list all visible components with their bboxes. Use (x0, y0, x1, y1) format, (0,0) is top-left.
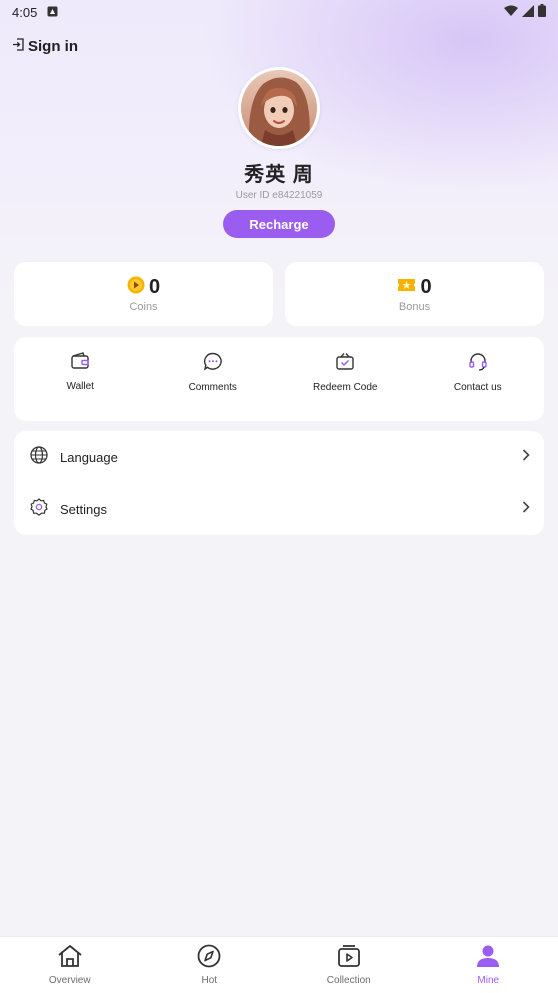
avatar[interactable] (238, 67, 320, 149)
wallet-label: Wallet (67, 381, 94, 392)
wallet-icon (70, 352, 90, 375)
contact-us-button[interactable]: Contact us (412, 337, 545, 421)
tab-mine-label: Mine (477, 975, 499, 986)
signal-icon (522, 5, 534, 20)
user-id: User ID e84221059 (0, 190, 558, 201)
tab-overview-label: Overview (49, 975, 91, 986)
wallet-button[interactable]: Wallet (14, 337, 147, 421)
gear-icon (30, 498, 48, 521)
coins-value: 0 (149, 276, 160, 299)
tab-hot-label: Hot (201, 975, 217, 986)
bottom-tab-bar: Overview Hot Collection Mine (0, 936, 558, 993)
settings-menu-card: Language Settings (14, 431, 544, 535)
avatar-image (241, 70, 317, 146)
globe-icon (30, 446, 48, 469)
redeem-icon (335, 352, 355, 376)
bonus-label: Bonus (399, 301, 430, 313)
tab-mine[interactable]: Mine (419, 937, 558, 993)
sign-in-label: Sign in (28, 38, 78, 55)
sign-in-button[interactable]: Sign in (12, 38, 78, 55)
recharge-button[interactable]: Recharge (223, 210, 335, 238)
user-icon (475, 944, 501, 973)
headset-icon (468, 352, 488, 376)
tab-overview[interactable]: Overview (0, 937, 140, 993)
chevron-right-icon (522, 448, 530, 466)
contact-us-label: Contact us (454, 382, 502, 393)
header-background (0, 0, 558, 300)
tab-hot[interactable]: Hot (140, 937, 280, 993)
menu-item-settings-label: Settings (60, 502, 522, 517)
wifi-icon (504, 5, 518, 20)
coin-icon (127, 276, 145, 299)
compass-icon (196, 944, 222, 973)
coins-label: Coins (129, 301, 157, 313)
comments-button[interactable]: Comments (147, 337, 280, 421)
chevron-right-icon (522, 500, 530, 518)
tab-collection-label: Collection (327, 975, 371, 986)
ticket-icon (397, 277, 416, 298)
home-icon (57, 944, 83, 973)
menu-item-language-label: Language (60, 450, 522, 465)
redeem-code-button[interactable]: Redeem Code (279, 337, 412, 421)
play-box-icon (336, 944, 362, 973)
menu-item-language[interactable]: Language (14, 431, 544, 483)
sign-in-icon (12, 38, 24, 55)
comments-label: Comments (189, 382, 237, 393)
tab-collection[interactable]: Collection (279, 937, 419, 993)
status-time: 4:05 (12, 5, 37, 20)
status-bar: 4:05 (0, 0, 558, 24)
comment-icon (203, 352, 223, 376)
menu-item-settings[interactable]: Settings (14, 483, 544, 535)
quick-actions-card: Wallet Comments Redeem Code Contact us (14, 337, 544, 421)
redeem-code-label: Redeem Code (313, 382, 377, 393)
user-name: 秀英 周 (0, 158, 558, 187)
coins-card[interactable]: 0 Coins (14, 262, 273, 326)
bonus-card[interactable]: 0 Bonus (285, 262, 544, 326)
notification-icon (47, 5, 58, 20)
battery-icon (538, 4, 546, 20)
bonus-value: 0 (420, 276, 431, 299)
